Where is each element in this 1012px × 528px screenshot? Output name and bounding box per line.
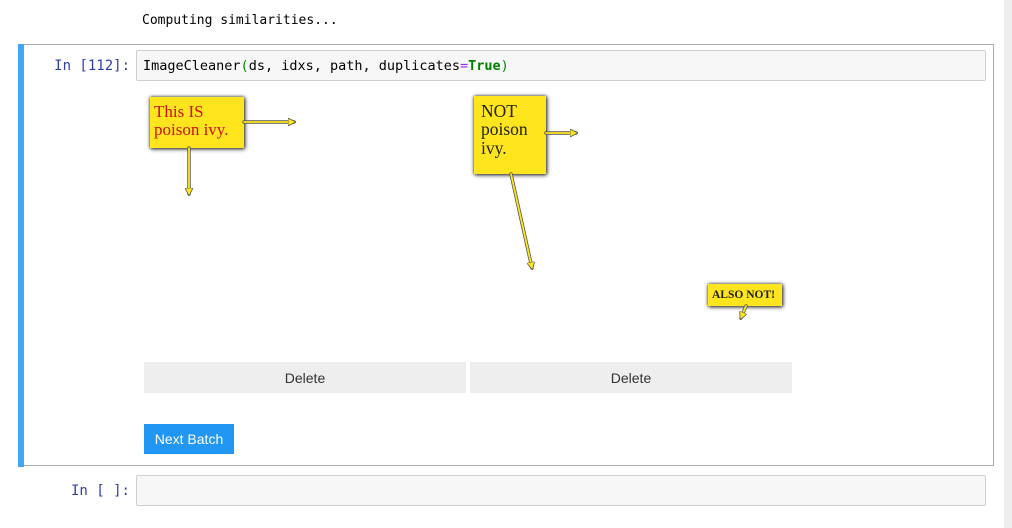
cell-prompt: In [ ]:: [70, 483, 130, 499]
notebook: Computing similarities... In [112]: Imag…: [0, 0, 1004, 528]
delete-button[interactable]: Delete: [144, 362, 466, 393]
code-input[interactable]: [136, 475, 986, 506]
next-batch-button[interactable]: Next Batch: [144, 424, 234, 454]
arrow-down-icon: [510, 173, 532, 268]
delete-button[interactable]: Delete: [470, 362, 792, 393]
